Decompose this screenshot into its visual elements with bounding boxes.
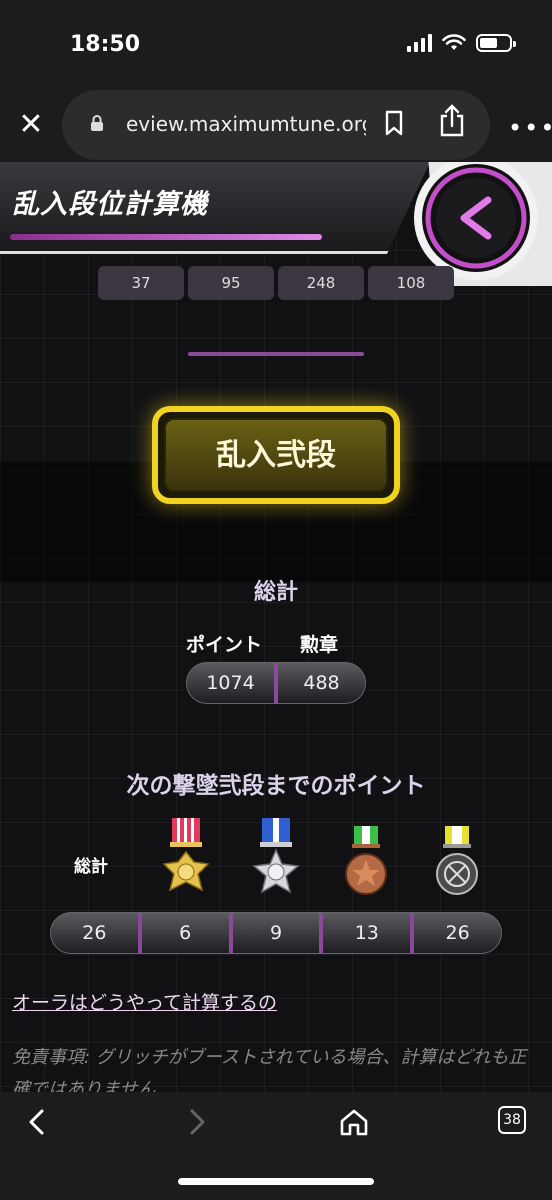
medals-label: 勲章	[300, 634, 339, 656]
back-arrow-icon[interactable]	[22, 1106, 54, 1138]
forward-arrow-icon[interactable]	[180, 1106, 212, 1138]
status-icons	[407, 34, 516, 52]
silver-medal-icon	[252, 818, 300, 894]
battery-icon	[476, 34, 516, 52]
bronze-medal-icon	[345, 826, 387, 895]
next-points-row: 26 6 9 13 26	[50, 912, 502, 954]
points-value: 1074	[206, 672, 255, 694]
close-icon[interactable]: ✕	[16, 110, 46, 140]
page-title: 乱入段位計算機	[12, 189, 208, 220]
status-bar: 18:50	[0, 0, 552, 90]
share-icon[interactable]	[438, 104, 466, 138]
silver-points-value: 9	[269, 922, 283, 944]
tab-row: 37 95 248 108	[98, 266, 454, 300]
web-page: 乱入段位計算機 37 95 248 108 乱入弐段 総計 ポイント 勲章 10…	[0, 162, 552, 1092]
section-divider	[188, 352, 364, 356]
status-time: 18:50	[70, 32, 141, 57]
signal-icon	[407, 34, 432, 52]
next-rank-title: 次の撃墜弐段までのポイント	[126, 773, 426, 799]
aura-help-link[interactable]: オーラはどうやって計算するの	[12, 988, 277, 1015]
address-bar[interactable]: eview.maximumtune.org	[62, 90, 490, 160]
home-icon[interactable]	[338, 1106, 370, 1138]
rank-badge: 乱入弐段	[152, 406, 400, 504]
iron-medal-icon	[436, 826, 478, 895]
totals-title: 総計	[253, 580, 298, 605]
rank-label: 乱入弐段	[216, 438, 336, 473]
totals-values: 1074 488	[186, 662, 366, 704]
tab-chip[interactable]: 108	[368, 266, 454, 300]
next-total-label: 総計	[74, 857, 108, 877]
tab-chip[interactable]: 95	[188, 266, 274, 300]
title-underline	[10, 234, 322, 240]
gold-medal-icon	[162, 818, 210, 892]
bronze-points-value: 13	[354, 922, 379, 944]
bookmark-icon[interactable]	[384, 110, 404, 136]
header-banner: 乱入段位計算機	[0, 162, 552, 286]
tab-chip[interactable]: 248	[278, 266, 364, 300]
lock-icon	[91, 115, 103, 131]
gold-points-value: 6	[179, 922, 192, 944]
tab-chip[interactable]: 37	[98, 266, 184, 300]
points-label: ポイント	[186, 634, 263, 656]
browser-toolbar: ✕ eview.maximumtune.org •••	[0, 90, 552, 162]
next-total-value: 26	[82, 922, 107, 944]
more-icon[interactable]: •••	[508, 114, 552, 142]
url-text: eview.maximumtune.org	[126, 112, 366, 136]
home-indicator	[178, 1178, 374, 1185]
wifi-icon	[442, 34, 466, 50]
disclaimer-text: 免責事項: グリッチがブーストされている場合、計算はどれも正確ではありません	[12, 1047, 527, 1092]
iron-points-value: 26	[445, 922, 470, 944]
medals-value: 488	[303, 672, 340, 694]
tabs-button[interactable]: 38	[498, 1106, 526, 1134]
